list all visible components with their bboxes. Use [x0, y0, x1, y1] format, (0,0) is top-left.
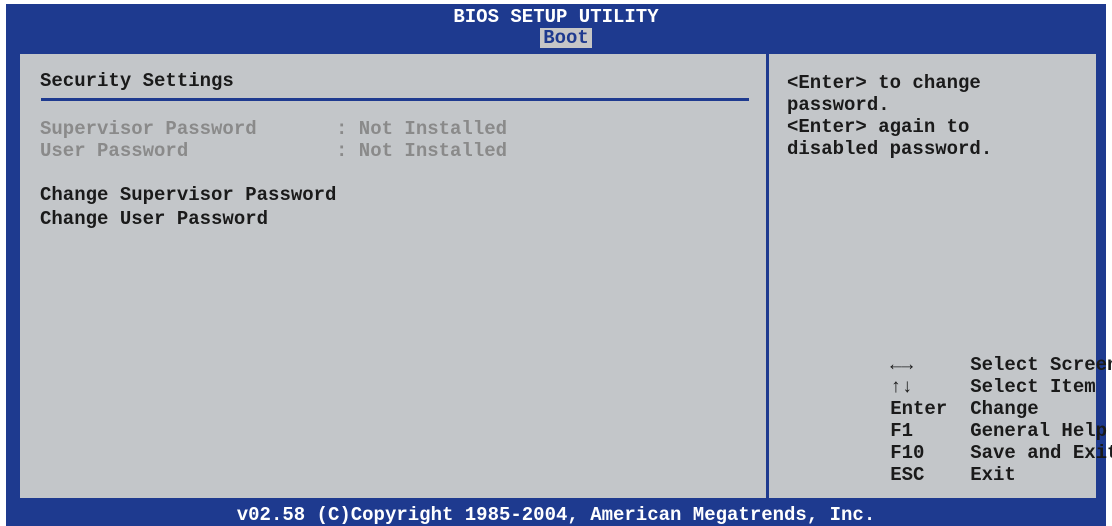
help-text-line: password. [787, 94, 890, 116]
key-hint-exit: ESC Exit [799, 442, 1016, 508]
section-divider [41, 98, 749, 101]
key-hint-key: ESC [890, 464, 925, 486]
change-supervisor-password-item[interactable]: Change Supervisor Password [40, 184, 336, 206]
help-pane: <Enter> to change password. <Enter> agai… [769, 54, 1112, 498]
help-text-line: <Enter> again to [787, 116, 970, 138]
key-hint-action: Exit [970, 464, 1016, 486]
supervisor-password-label: Supervisor Password [40, 118, 257, 140]
utility-title: BIOS SETUP UTILITY [453, 6, 659, 28]
supervisor-password-status: : Not Installed [336, 118, 508, 140]
copyright-footer: v02.58 (C)Copyright 1985-2004, American … [236, 504, 876, 526]
settings-pane: Security Settings Supervisor Password : … [20, 54, 766, 498]
help-text-line: disabled password. [787, 138, 993, 160]
user-password-label: User Password [40, 140, 189, 162]
tab-bar: Boot [6, 28, 1106, 48]
change-user-password-item[interactable]: Change User Password [40, 208, 268, 230]
section-title: Security Settings [40, 70, 234, 92]
bios-screen: BIOS SETUP UTILITY Boot Security Setting… [6, 4, 1112, 526]
user-password-status: : Not Installed [336, 140, 508, 162]
tab-boot[interactable]: Boot [540, 28, 592, 48]
main-panel: Security Settings Supervisor Password : … [18, 52, 1112, 500]
help-text-line: <Enter> to change [787, 72, 981, 94]
